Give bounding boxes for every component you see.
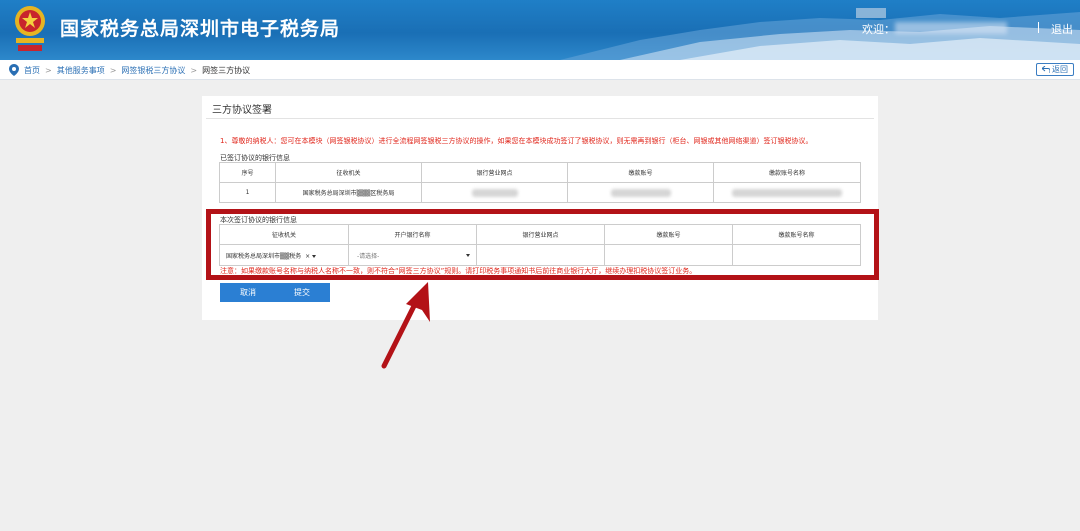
back-arrow-icon [1042, 66, 1050, 73]
breadcrumb-other-services[interactable]: 其他服务事项 [57, 66, 105, 75]
back-button-label: 返回 [1052, 65, 1068, 74]
row-account-name [713, 182, 861, 203]
row-account [567, 182, 714, 203]
site-title: 国家税务总局深圳市电子税务局 [60, 18, 341, 40]
breadcrumb-separator: > [45, 66, 52, 75]
user-name-redacted [895, 22, 1007, 34]
column-header: 缴款账号名称 [713, 162, 861, 183]
breadcrumb-tripartite[interactable]: 网签银税三方协议 [121, 66, 185, 75]
row-bank-branch [421, 182, 568, 203]
breadcrumb-separator: > [190, 66, 198, 75]
breadcrumb-separator: > [109, 66, 117, 75]
breadcrumb-home[interactable]: 首页 [24, 66, 40, 75]
annotation-arrow-icon [381, 282, 430, 369]
breadcrumb: 首页 > 其他服务事项 > 网签银税三方协议 > 网签三方协议 [24, 65, 250, 76]
submit-button[interactable]: 提交 [274, 283, 330, 302]
column-header: 缴款账号 [567, 162, 714, 183]
location-pin-icon [9, 64, 19, 76]
account-name-redacted [732, 188, 842, 197]
table-row: 1 国家税务总局深圳市▒▒▒区税务局 [219, 182, 861, 203]
notice-text: 1、尊敬的纳税人：您可在本模块（网签银税协议）进行全流程网签银税三方协议的操作，… [220, 137, 813, 145]
panel-title: 三方协议签署 [212, 105, 272, 116]
column-header: 银行营业网点 [421, 162, 568, 183]
signed-bank-table: 序号 征收机关 银行营业网点 缴款账号 缴款账号名称 1 国家税务总局深圳市▒▒… [219, 162, 861, 203]
account-redacted [610, 188, 671, 197]
welcome-text: 欢迎： [862, 23, 895, 36]
table-header-row: 序号 征收机关 银行营业网点 缴款账号 缴款账号名称 [219, 162, 861, 183]
logout-link[interactable]: 退出 [1051, 21, 1073, 37]
breadcrumb-current: 网签三方协议 [202, 66, 251, 75]
column-header: 序号 [219, 162, 276, 183]
cancel-button[interactable]: 取消 [220, 283, 276, 302]
panel-divider [206, 118, 874, 119]
row-authority: 国家税务总局深圳市▒▒▒区税务局 [275, 182, 422, 203]
highlight-box [206, 209, 879, 280]
site-header: 国家税务总局深圳市电子税务局 欢迎： 退出 [0, 0, 1080, 60]
back-button[interactable]: 返回 [1036, 63, 1074, 76]
bank-branch-redacted [471, 188, 518, 197]
column-header: 征收机关 [275, 162, 422, 183]
header-divider [1038, 22, 1039, 33]
tax-emblem-icon [15, 6, 45, 51]
row-index: 1 [219, 182, 276, 203]
